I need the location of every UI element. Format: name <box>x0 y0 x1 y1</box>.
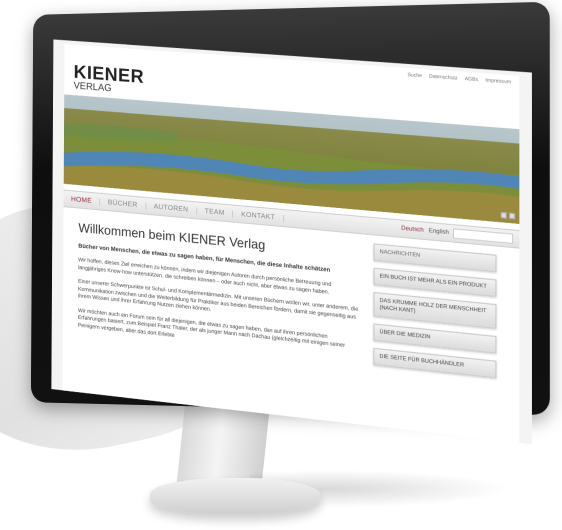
nav-books[interactable]: BÜCHER <box>100 198 147 210</box>
nav-authors[interactable]: AUTOREN <box>146 202 197 214</box>
top-links: Suche Datenschutz AGBs Impressum <box>407 72 511 85</box>
monitor-stand-base <box>150 478 320 514</box>
search-input[interactable] <box>453 228 514 244</box>
monitor-screen: Suche Datenschutz AGBs Impressum KIENER … <box>51 39 532 445</box>
slider-dot[interactable] <box>500 211 507 219</box>
top-link-privacy[interactable]: Datenschutz <box>429 74 457 82</box>
logo[interactable]: KIENER VERLAG <box>74 62 144 97</box>
stage: Suche Datenschutz AGBs Impressum KIENER … <box>0 0 562 530</box>
nav-contact[interactable]: KONTAKT <box>233 210 285 222</box>
top-link-terms[interactable]: AGBs <box>465 76 478 83</box>
lang-english[interactable]: English <box>429 228 449 236</box>
sidebar-item-kant[interactable]: DAS KRUMME HOLZ DER MENSCHHEIT (NACH KAN… <box>373 292 497 329</box>
slider-dots <box>500 211 516 220</box>
nav-team[interactable]: TEAM <box>196 206 234 218</box>
language-switch: Deutsch English <box>401 226 449 236</box>
monitor: Suche Datenschutz AGBs Impressum KIENER … <box>12 0 562 445</box>
top-link-search[interactable]: Suche <box>407 72 421 79</box>
sidebar-item-news[interactable]: NACHRICHTEN <box>373 243 497 273</box>
lang-german[interactable]: Deutsch <box>401 226 423 234</box>
main-content: Willkommen beim KIENER Verlag Bücher von… <box>78 220 360 366</box>
website: Suche Datenschutz AGBs Impressum KIENER … <box>62 44 520 445</box>
top-link-imprint[interactable]: Impressum <box>485 78 511 86</box>
slider-dot[interactable] <box>508 212 516 220</box>
nav-home[interactable]: HOME <box>63 194 101 206</box>
sidebar: NACHRICHTEN EIN BUCH IST MEHR ALS EIN PR… <box>373 243 497 385</box>
sidebar-item-booksellers[interactable]: DIE SEITE FÜR BUCHHÄNDLER <box>373 347 497 379</box>
sidebar-item-book-product[interactable]: EIN BUCH IST MEHR ALS EIN PRODUKT <box>373 267 497 297</box>
